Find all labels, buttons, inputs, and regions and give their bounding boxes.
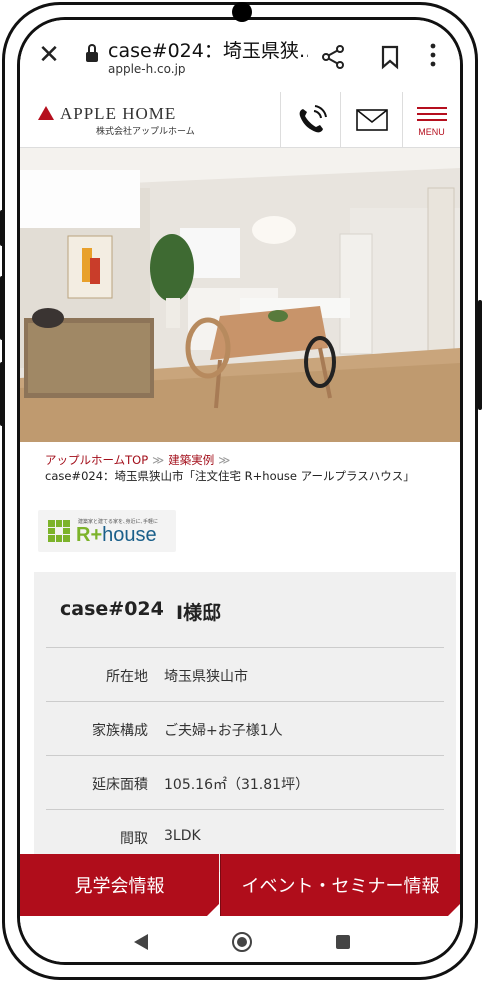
rhouse-name: R+house [76, 524, 157, 547]
home-icon[interactable] [232, 932, 252, 952]
open-house-info-label: 見学会情報 [74, 876, 165, 897]
phone-icon [299, 105, 327, 133]
row-value: 3LDK [164, 828, 201, 844]
row-label: 延床面積 [92, 777, 148, 793]
info-row: 所在地 埼玉県狭山市 [46, 648, 444, 702]
event-seminar-info-button[interactable]: イベント・セミナー情報 [220, 854, 460, 916]
site-header: APPLE HOME 株式会社アップルホーム MENU [20, 92, 460, 148]
breadcrumb: アップルホームTOP ≫ 建築実例 ≫ case#024：埼玉県狭山市「注文住宅 R+… [45, 452, 445, 484]
logo-text: APPLE HOME [60, 104, 177, 123]
screen: ✕ case#024：埼玉県狭… apple-h.co.jp APPLE HOM… [17, 17, 463, 965]
row-label: 所在地 [106, 669, 148, 685]
rhouse-logo: 建築家と建てる家を､身近に､手軽に R+house [38, 510, 176, 552]
row-label: 家族構成 [92, 723, 148, 739]
rhouse-house: house [102, 524, 157, 546]
back-icon[interactable] [134, 934, 148, 950]
breadcrumb-section-link[interactable]: 建築実例 [168, 453, 214, 467]
row-value: 埼玉県狭山市 [164, 669, 248, 685]
breadcrumb-separator: ≫ [152, 453, 165, 467]
corner-marker-icon [207, 904, 219, 916]
lock-icon [86, 44, 98, 64]
row-value: ご夫婦+お子様1人 [164, 723, 283, 739]
breadcrumb-home-link[interactable]: アップルホームTOP [45, 453, 148, 467]
close-icon[interactable]: ✕ [34, 40, 64, 70]
case-title: case#024 I様邸 [46, 572, 444, 648]
page-url[interactable]: apple-h.co.jp [108, 62, 186, 76]
front-camera [232, 2, 252, 22]
case-info-card: case#024 I様邸 所在地 埼玉県狭山市 家族構成 ご夫婦+お子様1人 延… [34, 572, 456, 872]
case-number: case#024 [60, 598, 164, 620]
rhouse-r-plus: R+ [76, 524, 103, 546]
case-name: I様邸 [176, 602, 222, 624]
menu-label: MENU [418, 127, 445, 137]
rhouse-grid-icon [48, 520, 70, 542]
phone-call-button[interactable] [280, 92, 342, 148]
breadcrumb-current: case#024：埼玉県狭山市「注文住宅 R+house アールプラスハウス」 [45, 469, 415, 483]
logo-subtext: 株式会社アップルホーム [96, 127, 195, 137]
event-seminar-info-label: イベント・セミナー情報 [241, 876, 440, 897]
interior-photo [20, 148, 460, 442]
bookmark-icon[interactable] [380, 44, 400, 70]
info-row: 延床面積 105.16㎡（31.81坪） [46, 756, 444, 810]
more-options-icon[interactable] [428, 42, 438, 68]
info-row: 家族構成 ご夫婦+お子様1人 [46, 702, 444, 756]
share-icon[interactable] [320, 44, 346, 70]
open-house-info-button[interactable]: 見学会情報 [20, 854, 219, 916]
row-label: 間取 [120, 831, 148, 847]
hamburger-icon [416, 103, 447, 125]
phone-power-button [478, 300, 482, 410]
corner-marker-icon [448, 904, 460, 916]
browser-toolbar: ✕ case#024：埼玉県狭… apple-h.co.jp [20, 20, 460, 90]
system-navigation-bar [20, 916, 460, 962]
page-title[interactable]: case#024：埼玉県狭… [108, 36, 308, 63]
hero-image [20, 148, 460, 442]
menu-button[interactable]: MENU [402, 92, 460, 148]
row-value: 105.16㎡（31.81坪） [164, 777, 310, 793]
mail-button[interactable] [340, 92, 402, 148]
breadcrumb-separator: ≫ [218, 453, 231, 467]
logo-mark-icon [38, 106, 54, 120]
recent-apps-icon[interactable] [336, 935, 350, 949]
mail-icon [355, 109, 388, 131]
